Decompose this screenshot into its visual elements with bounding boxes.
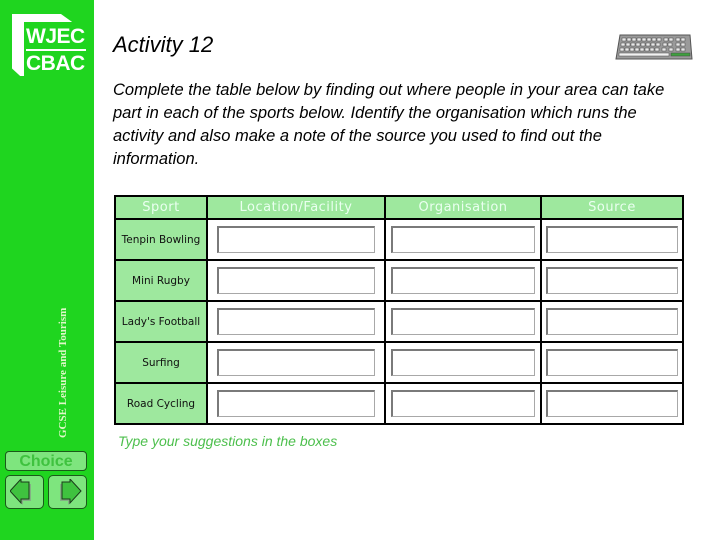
source-input[interactable] (546, 267, 678, 294)
organisation-input[interactable] (391, 308, 535, 335)
logo-divider (26, 49, 86, 51)
sport-cell: Road Cycling (114, 382, 208, 425)
page-title: Activity 12 (113, 32, 214, 57)
choice-button[interactable]: Choice (5, 451, 87, 471)
location-input[interactable] (217, 390, 375, 417)
instructions-text: Complete the table below by finding out … (113, 81, 665, 168)
source-cell (540, 300, 684, 343)
left-arrow-icon (10, 479, 31, 505)
organisation-cell (384, 300, 542, 343)
organisation-cell (384, 259, 542, 302)
sport-cell: Surfing (114, 341, 208, 384)
location-input[interactable] (217, 226, 375, 253)
table-row: Road Cycling (114, 382, 684, 425)
next-button[interactable] (48, 475, 87, 509)
table-header-row: Sport Location/Facility Organisation Sou… (114, 195, 684, 220)
sport-cell: Lady's Football (114, 300, 208, 343)
table-row: Lady's Football (114, 300, 684, 343)
source-input[interactable] (546, 308, 678, 335)
column-header-source: Source (540, 195, 684, 220)
organisation-cell (384, 382, 542, 425)
logo-line1: WJEC (26, 25, 85, 48)
hint-text: Type your suggestions in the boxes (118, 433, 338, 449)
table-row: Tenpin Bowling (114, 218, 684, 261)
table-row: Mini Rugby (114, 259, 684, 302)
sport-cell: Tenpin Bowling (114, 218, 208, 261)
source-input[interactable] (546, 349, 678, 376)
logo-line2: CBAC (26, 52, 85, 75)
location-cell (206, 218, 386, 261)
keyboard-icon[interactable] (614, 33, 694, 63)
source-cell (540, 259, 684, 302)
location-input[interactable] (217, 267, 375, 294)
location-input[interactable] (217, 308, 375, 335)
table-row: Surfing (114, 341, 684, 384)
source-cell (540, 341, 684, 384)
wjec-logo: WJEC CBAC (12, 14, 90, 82)
location-input[interactable] (217, 349, 375, 376)
source-cell (540, 218, 684, 261)
organisation-input[interactable] (391, 390, 535, 417)
column-header-location: Location/Facility (206, 195, 386, 220)
source-input[interactable] (546, 390, 678, 417)
course-label: GCSE Leisure and Tourism (57, 307, 69, 438)
column-header-sport: Sport (114, 195, 208, 220)
organisation-cell (384, 218, 542, 261)
location-cell (206, 259, 386, 302)
column-header-organisation: Organisation (384, 195, 542, 220)
organisation-input[interactable] (391, 349, 535, 376)
organisation-input[interactable] (391, 267, 535, 294)
sport-cell: Mini Rugby (114, 259, 208, 302)
source-input[interactable] (546, 226, 678, 253)
source-cell (540, 382, 684, 425)
previous-button[interactable] (5, 475, 44, 509)
sidebar: WJEC CBAC GCSE Leisure and Tourism Choic… (0, 0, 94, 540)
organisation-cell (384, 341, 542, 384)
location-cell (206, 382, 386, 425)
organisation-input[interactable] (391, 226, 535, 253)
right-arrow-icon (60, 479, 82, 505)
activity-table: Sport Location/Facility Organisation Sou… (114, 195, 684, 425)
location-cell (206, 300, 386, 343)
location-cell (206, 341, 386, 384)
